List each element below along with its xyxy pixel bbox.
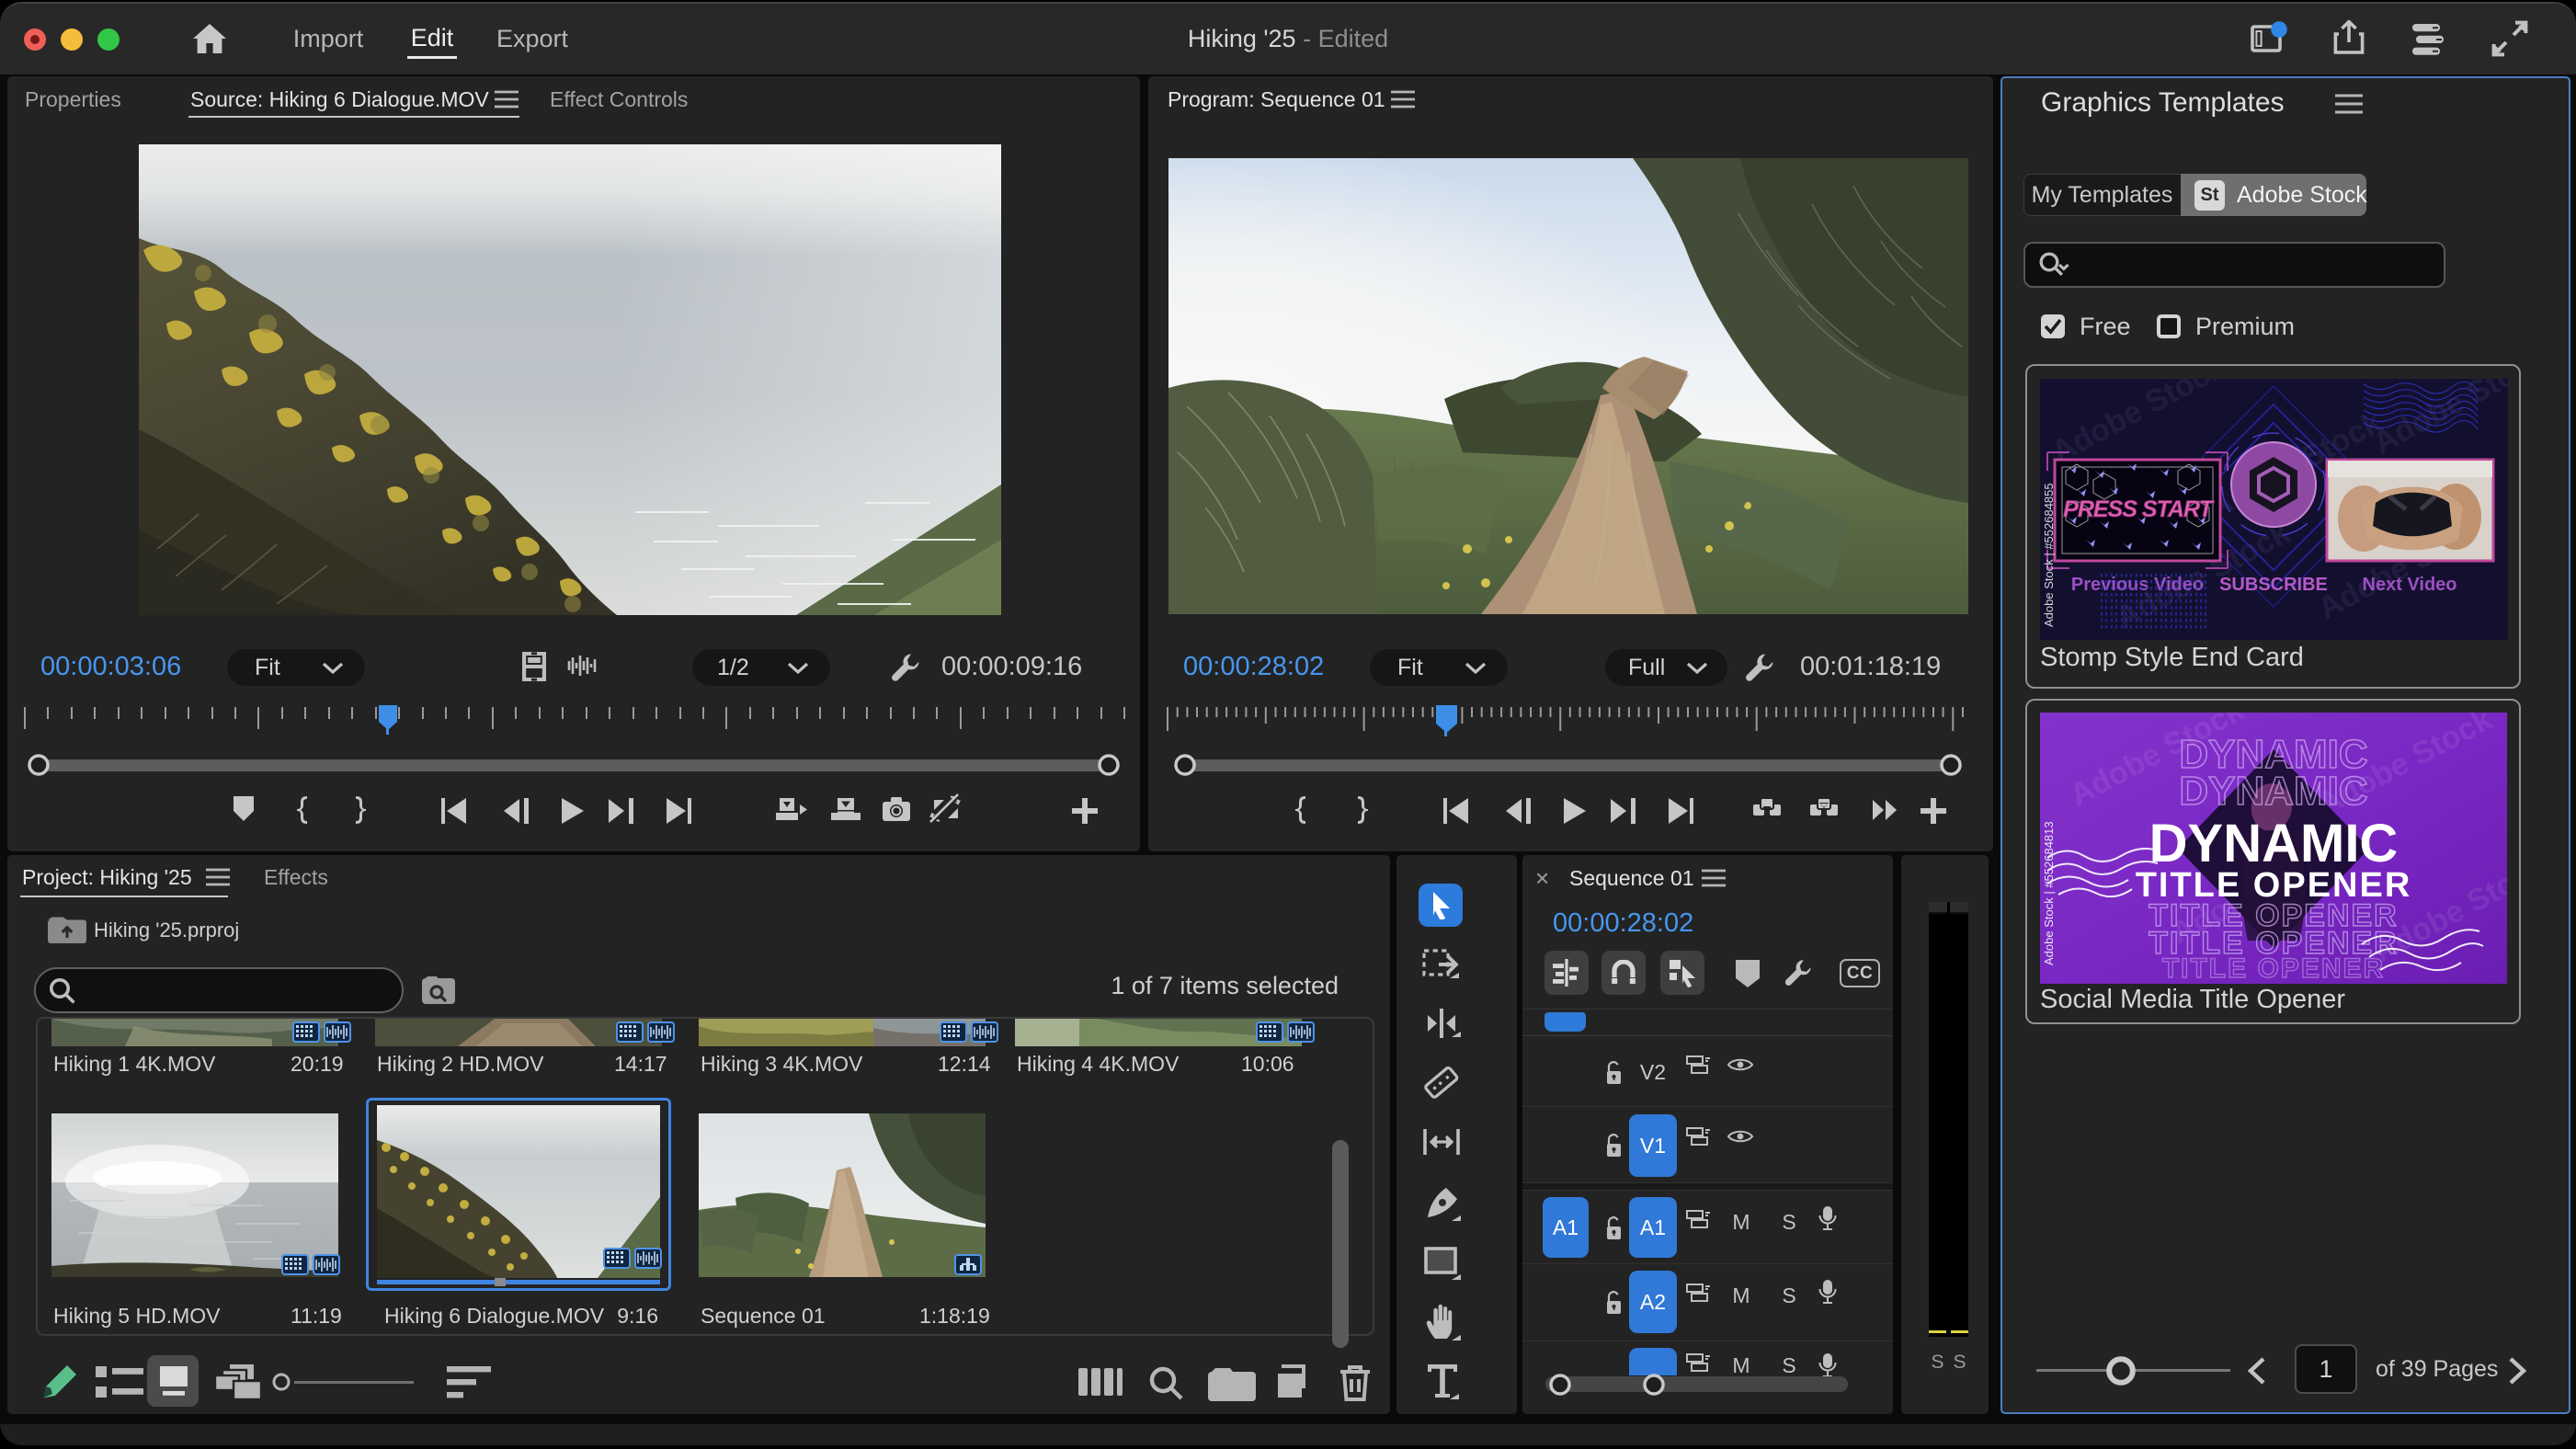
svg-text:Next Video: Next Video: [2363, 575, 2457, 595]
svg-text:PRESS START: PRESS START: [2063, 496, 2215, 522]
svg-text:SUBSCRIBE: SUBSCRIBE: [2219, 575, 2328, 595]
svg-text:Adobe Stock | #552684855: Adobe Stock | #552684855: [2042, 483, 2056, 627]
svg-text:DYNAMIC: DYNAMIC: [2149, 814, 2399, 873]
svg-text:TITLE OPENER: TITLE OPENER: [2162, 953, 2385, 984]
svg-text:Adobe Stock | #552684813: Adobe Stock | #552684813: [2042, 821, 2056, 965]
svg-text:DYNAMIC: DYNAMIC: [2179, 769, 2367, 814]
svg-text:Previous Video: Previous Video: [2071, 575, 2204, 595]
